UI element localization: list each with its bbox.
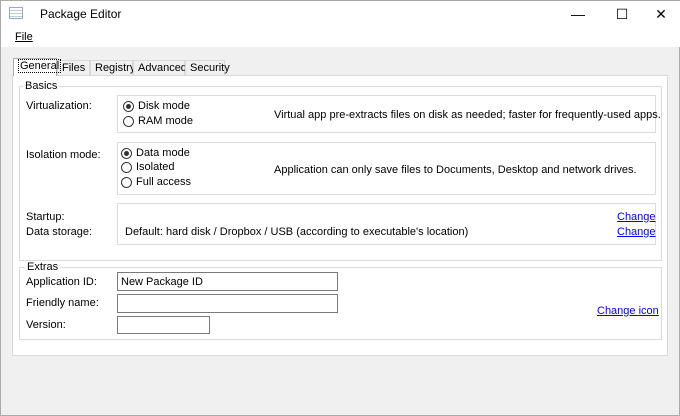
- radio-indicator: [121, 161, 132, 173]
- maximize-button[interactable]: ☐: [602, 1, 642, 27]
- radio-label: Data mode: [136, 147, 190, 159]
- window-title: Package Editor: [40, 7, 122, 21]
- version-input[interactable]: [117, 316, 210, 334]
- tab-advanced[interactable]: Advanced: [133, 60, 187, 76]
- isolation-description: Application can only save files to Docum…: [274, 164, 637, 176]
- radio-disk-mode[interactable]: Disk mode: [123, 100, 190, 112]
- tab-label: General: [18, 59, 62, 73]
- app-id-input[interactable]: [117, 272, 338, 291]
- minimize-button[interactable]: —: [558, 1, 598, 27]
- tab-security[interactable]: Security: [185, 60, 230, 76]
- radio-indicator: [121, 147, 132, 159]
- radio-full-access[interactable]: Full access: [121, 176, 191, 188]
- extras-group: [19, 267, 662, 340]
- menu-file[interactable]: File: [15, 31, 33, 43]
- radio-label: RAM mode: [138, 115, 194, 127]
- friendly-name-input[interactable]: [117, 294, 338, 313]
- data-storage-label: Data storage:: [26, 226, 93, 238]
- tab-registry[interactable]: Registry: [90, 60, 135, 76]
- radio-indicator: [123, 100, 134, 112]
- radio-ram-mode[interactable]: RAM mode: [123, 115, 193, 127]
- menu-bar: File: [1, 27, 680, 47]
- close-button[interactable]: ✕: [641, 1, 680, 27]
- data-storage-value: Default: hard disk / Dropbox / USB (acco…: [125, 226, 469, 238]
- radio-indicator: [121, 176, 132, 188]
- radio-label: Full access: [136, 176, 192, 188]
- tab-general[interactable]: General: [13, 58, 62, 76]
- tab-files[interactable]: Files: [57, 60, 90, 76]
- radio-isolated[interactable]: Isolated: [121, 161, 175, 173]
- isolation-label: Isolation mode:: [26, 149, 101, 161]
- menu-file-label: File: [15, 31, 33, 43]
- extras-group-label: Extras: [25, 261, 61, 273]
- title-bar: Package Editor — ☐ ✕: [1, 1, 680, 27]
- radio-indicator: [123, 115, 134, 127]
- app-icon: [9, 7, 23, 19]
- change-icon-link[interactable]: Change icon: [597, 305, 659, 317]
- friendly-name-label: Friendly name:: [26, 297, 99, 309]
- startup-label: Startup:: [26, 211, 65, 223]
- data-storage-change-link[interactable]: Change: [617, 226, 656, 238]
- virtualization-description: Virtual app pre-extracts files on disk a…: [274, 109, 661, 121]
- radio-data-mode[interactable]: Data mode: [121, 147, 190, 159]
- app-id-label: Application ID:: [26, 276, 97, 288]
- startup-change-link[interactable]: Change: [617, 211, 656, 223]
- storage-box: [117, 203, 656, 245]
- radio-label: Isolated: [136, 161, 175, 173]
- basics-group-label: Basics: [23, 80, 60, 92]
- virtualization-label: Virtualization:: [26, 100, 92, 112]
- version-label: Version:: [26, 319, 66, 331]
- radio-label: Disk mode: [138, 100, 190, 112]
